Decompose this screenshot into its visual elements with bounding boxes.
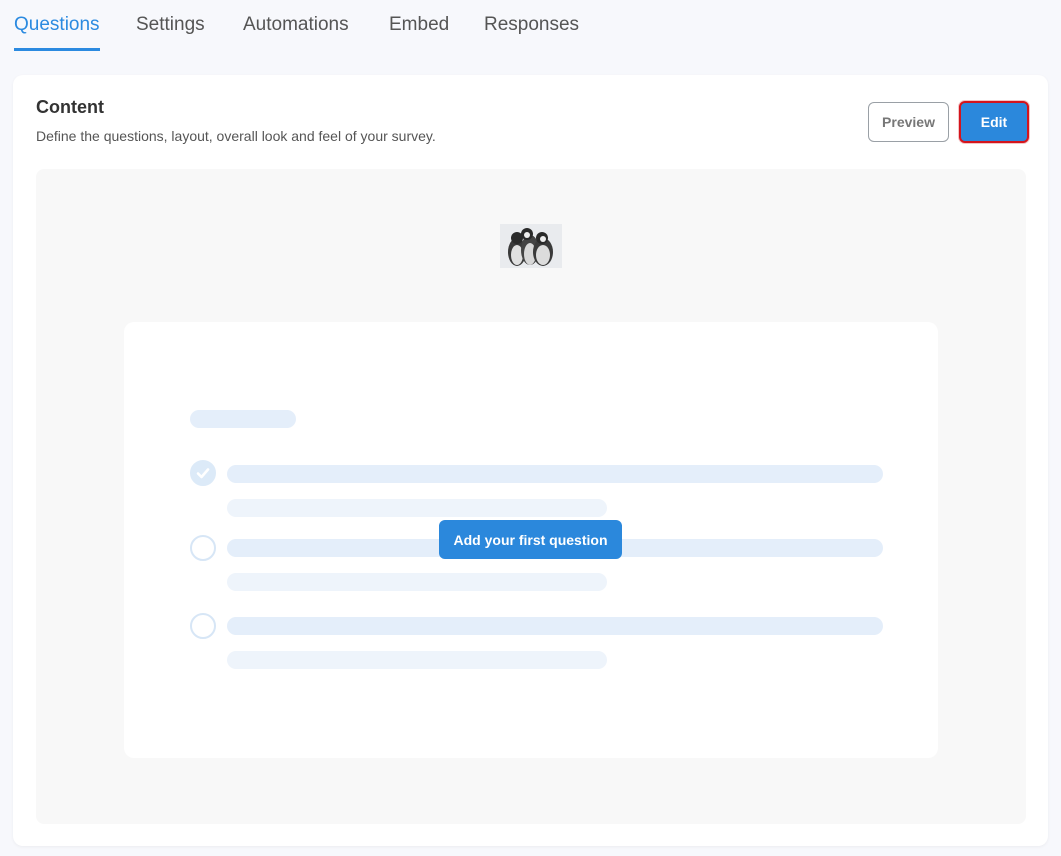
add-first-question-button[interactable]: Add your first question <box>439 520 622 559</box>
content-title: Content <box>36 97 104 117</box>
tab-automations[interactable]: Automations <box>243 12 349 50</box>
penguins-logo-image <box>500 224 562 268</box>
content-card: Content Define the questions, layout, ov… <box>13 75 1048 846</box>
tab-bar: Questions Settings Automations Embed Res… <box>0 0 1061 60</box>
placeholder-option-subbar <box>227 651 607 669</box>
survey-preview-canvas: Add your first question <box>36 169 1026 824</box>
preview-button[interactable]: Preview <box>868 102 949 142</box>
check-circle-icon <box>190 460 216 486</box>
radio-circle-icon <box>190 535 216 561</box>
radio-circle-icon <box>190 613 216 639</box>
tab-questions[interactable]: Questions <box>14 12 100 51</box>
content-description: Define the questions, layout, overall lo… <box>36 128 436 144</box>
placeholder-option-subbar <box>227 573 607 591</box>
placeholder-heading-bar <box>190 410 296 428</box>
placeholder-option-subbar <box>227 499 607 517</box>
placeholder-option-bar <box>227 465 883 483</box>
tab-embed[interactable]: Embed <box>389 12 449 50</box>
tab-settings[interactable]: Settings <box>136 12 205 50</box>
edit-button[interactable]: Edit <box>959 101 1029 143</box>
placeholder-option-bar <box>227 617 883 635</box>
question-placeholder-panel: Add your first question <box>124 322 938 758</box>
tab-responses[interactable]: Responses <box>484 12 579 50</box>
